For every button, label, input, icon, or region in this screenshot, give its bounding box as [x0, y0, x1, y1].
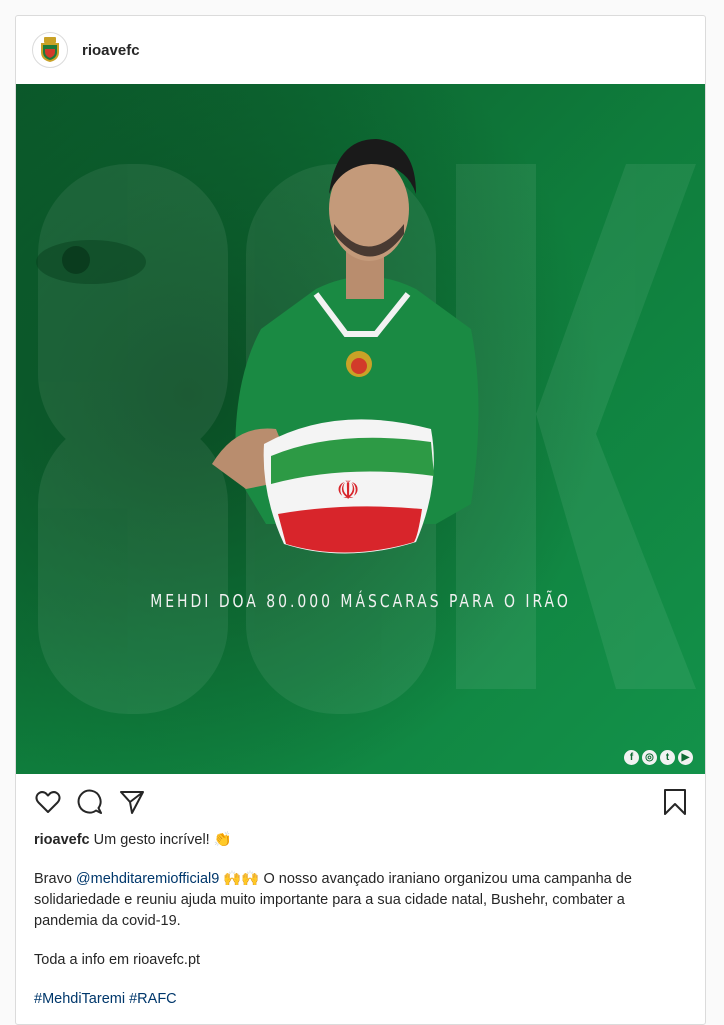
- facebook-icon: f: [624, 750, 639, 765]
- caption-lead-text: Um gesto incrível!: [93, 832, 210, 848]
- post-username[interactable]: rioavefc: [82, 42, 140, 59]
- save-button[interactable]: [659, 786, 691, 818]
- like-button[interactable]: [32, 786, 64, 818]
- post-image[interactable]: ☫ MEHDI DOA 80.000 MÁSCARAS PARA O IRÃO …: [16, 84, 705, 774]
- instagram-icon: ◎: [642, 750, 657, 765]
- clapping-hands-emoji: 👏: [213, 832, 232, 848]
- caption-lead: rioavefc Um gesto incrível! 👏: [34, 830, 687, 851]
- hashtag-link[interactable]: #MehdiTaremi: [34, 991, 125, 1007]
- comment-icon: [77, 789, 102, 814]
- paper-plane-icon: [120, 791, 144, 814]
- post-caption: rioavefc Um gesto incrível! 👏 Bravo @meh…: [16, 830, 705, 1010]
- club-crest-icon: [41, 37, 59, 62]
- post-actions: [16, 774, 705, 830]
- post-image-artwork: ☫: [16, 84, 705, 774]
- caption-info: Toda a info em rioavefc.pt: [34, 952, 201, 968]
- social-icons: f ◎ t ▶: [624, 750, 693, 765]
- bookmark-icon: [664, 789, 686, 815]
- instagram-post: rioavefc ☫ MEHDI DOA 80.000 MÁSCARAS PAR…: [15, 15, 706, 1025]
- avatar[interactable]: [32, 32, 68, 68]
- post-header: rioavefc: [16, 16, 705, 84]
- heart-icon: [35, 791, 61, 813]
- caption-body: Bravo @mehditaremiofficial9 🙌🙌 O nosso a…: [34, 869, 687, 932]
- comment-button[interactable]: [74, 786, 106, 818]
- post-image-headline: MEHDI DOA 80.000 MÁSCARAS PARA O IRÃO: [150, 590, 571, 612]
- mention-link[interactable]: @mehditaremiofficial9: [76, 871, 219, 887]
- twitter-icon: t: [660, 750, 675, 765]
- svg-text:☫: ☫: [336, 476, 359, 506]
- raised-hands-emoji: 🙌🙌: [223, 871, 260, 887]
- youtube-icon: ▶: [678, 750, 693, 765]
- caption-body-prefix: Bravo: [34, 871, 72, 887]
- hashtag-link[interactable]: #RAFC: [129, 991, 177, 1007]
- caption-hashtags: #MehdiTaremi #RAFC: [34, 989, 687, 1010]
- caption-username[interactable]: rioavefc: [34, 832, 90, 848]
- share-button[interactable]: [116, 786, 148, 818]
